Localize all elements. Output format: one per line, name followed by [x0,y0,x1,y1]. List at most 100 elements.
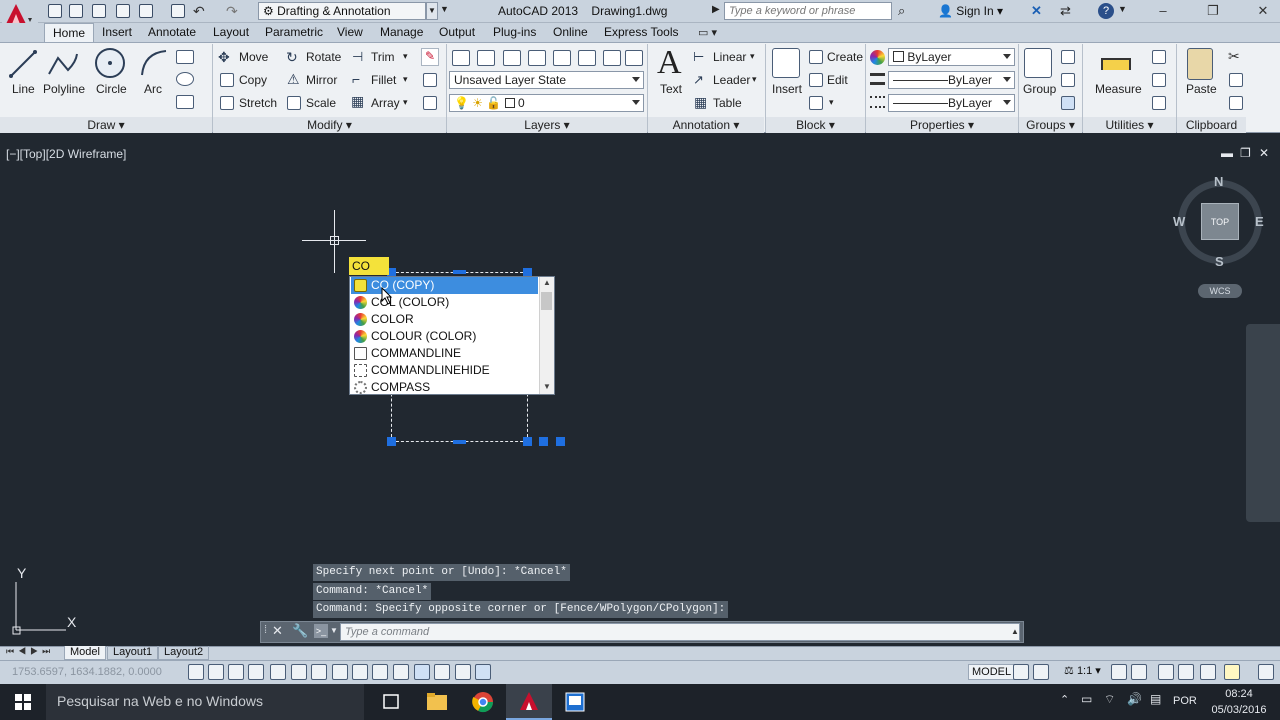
dynamic-input[interactable]: CO [349,257,389,275]
app-button[interactable] [552,684,598,720]
block-panel-title[interactable]: Block ▾ [766,117,865,133]
ungroup-icon[interactable] [1061,50,1075,64]
close-button[interactable]: ✕ [1250,2,1276,20]
move-button[interactable]: Move [239,50,268,64]
linear-button[interactable]: Linear [713,50,746,64]
transparency-icon[interactable] [414,664,430,680]
network-icon[interactable]: ⌔ [1104,692,1115,707]
trim-button[interactable]: Trim [371,50,395,64]
tab-output[interactable]: Output [431,23,483,42]
minimize-button[interactable]: – [1150,2,1176,20]
insert-button[interactable]: Insert [772,82,802,96]
draw-panel-title[interactable]: Draw ▾ [0,117,212,133]
group-edit-icon[interactable] [1061,73,1075,87]
command-history-toggle-icon[interactable]: ▲ [1011,627,1019,636]
grip-stretch[interactable] [539,437,548,446]
lineweight-toggle-icon[interactable] [393,664,409,680]
groups-panel-title[interactable]: Groups ▾ [1019,117,1082,133]
compass-north[interactable]: N [1214,174,1223,189]
tab-layout1[interactable]: Layout1 [107,646,159,660]
quick-view-layouts-icon[interactable] [1013,664,1029,680]
grip-midpoint[interactable] [453,440,466,444]
polyline-icon[interactable] [46,48,80,80]
annotation-monitor-icon[interactable] [475,664,491,680]
chrome-button[interactable] [460,684,506,720]
tab-insert[interactable]: Insert [94,23,140,42]
grid-display-icon[interactable] [228,664,244,680]
tab-manage[interactable]: Manage [372,23,431,42]
measure-button[interactable]: Measure [1095,82,1142,96]
tab-plugins[interactable]: Plug-ins [485,23,544,42]
quick-view-drawings-icon[interactable] [1033,664,1049,680]
utilities-panel-title[interactable]: Utilities ▾ [1083,117,1176,133]
scroll-down-icon[interactable]: ▼ [543,382,551,391]
annotation-panel-title[interactable]: Annotation ▾ [648,117,764,133]
tab-online[interactable]: Online [545,23,596,42]
tab-layout[interactable]: Layout [205,23,257,42]
leader-button[interactable]: Leader [713,73,750,87]
autocomplete-item[interactable]: CO (COPY) [351,277,538,294]
dynamic-input-icon[interactable] [372,664,388,680]
fillet-dropdown-icon[interactable]: ▾ [403,74,408,85]
lock-ui-icon[interactable] [1178,664,1194,680]
ribbon-minimize-icon[interactable]: ▭ ▾ [698,26,717,39]
layer-previous-icon[interactable] [528,50,546,66]
annotation-scale-button[interactable]: ⚖ 1:1 ▾ [1064,664,1101,677]
rotate-button[interactable]: Rotate [306,50,341,64]
plot-preview-icon[interactable] [139,4,153,18]
match-properties-icon[interactable] [870,50,885,65]
lineweight-select[interactable]: ByLayer [888,94,1015,112]
layer-isolate-icon[interactable] [553,50,571,66]
measure-icon[interactable] [1101,58,1131,70]
qat-more-icon[interactable]: ▼ [440,4,449,14]
tab-layout2[interactable]: Layout2 [158,646,210,660]
text-button[interactable]: Text [660,82,682,96]
group-icon[interactable] [1024,48,1052,78]
save-as-icon[interactable] [116,4,130,18]
arc-icon[interactable] [138,47,170,79]
hardware-acceleration-icon[interactable] [1200,664,1216,680]
object-snap-tracking-icon[interactable] [332,664,348,680]
layer-off-icon[interactable] [625,50,643,66]
erase-icon[interactable]: ✎ [421,48,439,66]
grip-handle-icon[interactable]: ⁞ [264,624,267,636]
layers-panel-title[interactable]: Layers ▾ [447,117,647,133]
color-select[interactable]: ByLayer [888,48,1015,66]
autocomplete-item[interactable]: COL (COLOR) [351,294,538,311]
line-button[interactable]: Line [12,82,35,96]
quick-properties-icon[interactable] [434,664,450,680]
binoculars-icon[interactable]: ⌕ [898,3,905,19]
polar-tracking-icon[interactable] [270,664,286,680]
autocomplete-item[interactable]: COLOUR (COLOR) [351,328,538,345]
layer-select[interactable]: 💡 ☀ 🔓 0 [449,94,644,112]
workspace-switching-icon[interactable] [1158,664,1174,680]
copy-button[interactable]: Copy [239,73,267,87]
workspace-dropdown-button[interactable]: ▼ [426,2,438,20]
layer-properties-icon[interactable] [452,50,470,66]
3d-object-snap-icon[interactable] [311,664,327,680]
new-icon[interactable] [48,4,62,18]
command-input[interactable]: Type a command [340,623,1020,641]
paste-button[interactable]: Paste [1186,82,1217,96]
properties-panel-title[interactable]: Properties ▾ [866,117,1018,133]
grip-midpoint[interactable] [453,270,466,274]
scroll-up-icon[interactable]: ▲ [543,278,551,287]
fillet-button[interactable]: Fillet [371,73,396,87]
tab-annotate[interactable]: Annotate [140,23,204,42]
layer-match-icon[interactable] [503,50,521,66]
open-icon[interactable] [69,4,83,18]
scale-button[interactable]: Scale [306,96,336,110]
linear-dropdown-icon[interactable]: ▾ [750,51,755,62]
auto-scale-icon[interactable] [1131,664,1147,680]
text-icon[interactable]: A [657,44,682,82]
taskbar-clock[interactable]: 08:24 05/03/2016 [1205,686,1273,718]
compass-west[interactable]: W [1173,214,1185,229]
grip-corner[interactable] [523,437,532,446]
close-commandline-icon[interactable]: ✕ [272,623,283,639]
clipboard-panel-title[interactable]: Clipboard [1177,117,1246,133]
tab-parametric[interactable]: Parametric [257,23,331,42]
file-explorer-button[interactable] [414,684,460,720]
object-snap-icon[interactable] [291,664,307,680]
search-input[interactable]: Type a keyword or phrase [724,2,892,20]
wcs-menu[interactable]: WCS [1198,284,1242,298]
